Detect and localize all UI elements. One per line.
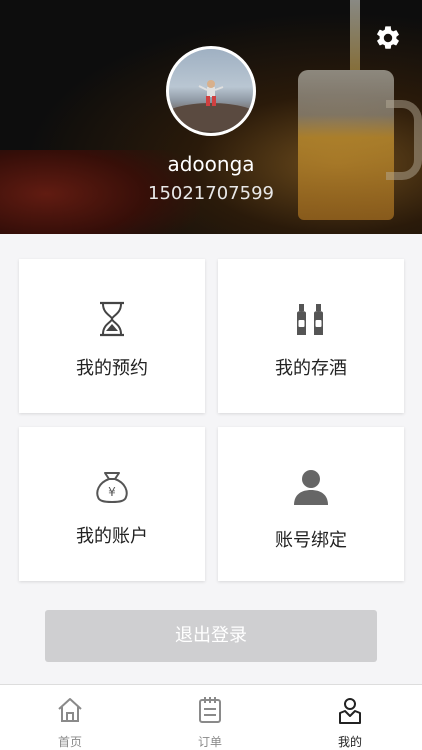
avatar[interactable] <box>166 46 256 136</box>
card-my-stored-wine[interactable]: 我的存酒 <box>218 259 404 413</box>
card-label: 我的账户 <box>76 526 148 547</box>
order-icon <box>195 695 225 725</box>
header-background-pour <box>350 0 360 70</box>
hourglass-icon <box>19 299 205 339</box>
tab-label: 订单 <box>197 735 222 749</box>
logout-button[interactable]: 退出登录 <box>45 610 377 662</box>
profile-header: adoonga 15021707599 <box>0 0 422 234</box>
money-bag-icon: ¥ <box>19 467 205 507</box>
card-label: 我的预约 <box>76 358 148 379</box>
tab-label: 我的 <box>337 735 362 749</box>
username: adoonga <box>167 152 255 176</box>
profile-icon <box>335 695 365 725</box>
phone-number: 15021707599 <box>148 183 274 204</box>
user-icon <box>218 467 404 507</box>
tab-mine[interactable]: 我的 <box>310 685 390 750</box>
card-account-binding[interactable]: 账号绑定 <box>218 427 404 581</box>
settings-gear-icon[interactable] <box>374 24 402 52</box>
tab-label: 首页 <box>57 735 82 749</box>
bottles-icon <box>218 299 404 339</box>
card-label: 我的存酒 <box>275 358 347 379</box>
card-my-reservations[interactable]: 我的预约 <box>19 259 205 413</box>
card-my-account[interactable]: ¥ 我的账户 <box>19 427 205 581</box>
card-label: 账号绑定 <box>275 530 347 551</box>
bottom-tab-bar: 首页 订单 我的 <box>0 684 422 750</box>
tab-home[interactable]: 首页 <box>30 685 110 750</box>
tab-orders[interactable]: 订单 <box>170 685 250 750</box>
home-icon <box>55 695 85 725</box>
svg-text:¥: ¥ <box>108 485 116 499</box>
